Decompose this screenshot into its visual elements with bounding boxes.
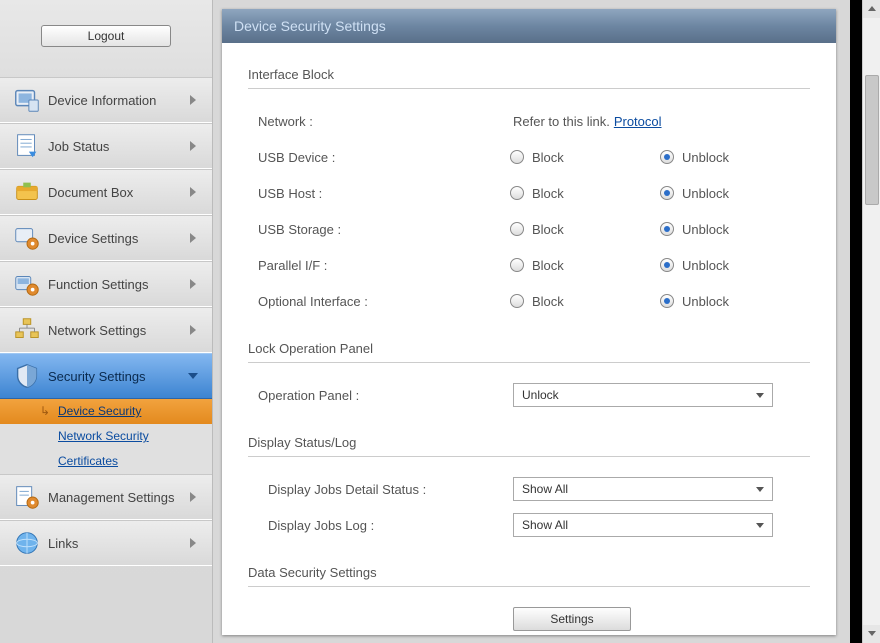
section-data-security: Data Security Settings bbox=[248, 565, 810, 587]
usb-device-unblock[interactable]: Unblock bbox=[660, 150, 810, 165]
chevron-right-icon bbox=[188, 279, 198, 289]
device-info-icon bbox=[12, 85, 42, 115]
sidebar-item-device-settings[interactable]: Device Settings bbox=[0, 215, 212, 261]
shield-icon bbox=[12, 361, 42, 391]
radio-icon bbox=[510, 186, 524, 200]
content-area: Device Security Settings Interface Block… bbox=[213, 0, 850, 643]
panel-title: Device Security Settings bbox=[222, 9, 836, 43]
submenu-network-security[interactable]: Network Security bbox=[0, 424, 212, 449]
section-lock-operation-panel: Lock Operation Panel bbox=[248, 341, 810, 363]
usb-storage-block[interactable]: Block bbox=[510, 222, 660, 237]
chevron-right-icon bbox=[188, 538, 198, 548]
radio-icon bbox=[660, 258, 674, 272]
radio-icon bbox=[660, 222, 674, 236]
sidebar-item-label: Links bbox=[48, 536, 188, 551]
sidebar-item-label: Document Box bbox=[48, 185, 188, 200]
usb-host-label: USB Host : bbox=[248, 186, 510, 201]
function-settings-icon bbox=[12, 269, 42, 299]
chevron-right-icon bbox=[188, 187, 198, 197]
radio-icon bbox=[660, 150, 674, 164]
logout-button[interactable]: Logout bbox=[41, 25, 171, 47]
chevron-right-icon bbox=[188, 492, 198, 502]
sidebar-item-function-settings[interactable]: Function Settings bbox=[0, 261, 212, 307]
sidebar-item-label: Management Settings bbox=[48, 490, 188, 505]
usb-host-unblock[interactable]: Unblock bbox=[660, 186, 810, 201]
device-settings-icon bbox=[12, 223, 42, 253]
operation-panel-label: Operation Panel : bbox=[248, 388, 513, 403]
submenu-device-security[interactable]: Device Security bbox=[0, 399, 212, 424]
usb-device-label: USB Device : bbox=[248, 150, 510, 165]
chevron-right-icon bbox=[188, 233, 198, 243]
sidebar-item-device-information[interactable]: Device Information bbox=[0, 77, 212, 123]
scroll-down-button[interactable] bbox=[863, 625, 880, 643]
network-label: Network : bbox=[248, 114, 513, 129]
display-jobs-detail-label: Display Jobs Detail Status : bbox=[248, 482, 513, 497]
sidebar-item-document-box[interactable]: Document Box bbox=[0, 169, 212, 215]
sidebar-item-management-settings[interactable]: Management Settings bbox=[0, 474, 212, 520]
optional-interface-unblock[interactable]: Unblock bbox=[660, 294, 810, 309]
usb-storage-unblock[interactable]: Unblock bbox=[660, 222, 810, 237]
vertical-scrollbar[interactable] bbox=[862, 0, 880, 643]
operation-panel-select[interactable]: Unlock bbox=[513, 383, 773, 407]
sidebar-item-job-status[interactable]: Job Status bbox=[0, 123, 212, 169]
radio-icon bbox=[510, 222, 524, 236]
document-box-icon bbox=[12, 177, 42, 207]
settings-button[interactable]: Settings bbox=[513, 607, 631, 631]
chevron-down-icon bbox=[188, 371, 198, 381]
display-jobs-detail-select[interactable]: Show All bbox=[513, 477, 773, 501]
sidebar-item-label: Function Settings bbox=[48, 277, 188, 292]
usb-device-block[interactable]: Block bbox=[510, 150, 660, 165]
chevron-right-icon bbox=[188, 95, 198, 105]
radio-icon bbox=[510, 294, 524, 308]
sidebar-item-label: Device Settings bbox=[48, 231, 188, 246]
section-interface-block: Interface Block bbox=[248, 67, 810, 89]
parallel-if-label: Parallel I/F : bbox=[248, 258, 510, 273]
radio-icon bbox=[660, 186, 674, 200]
security-submenu: Device Security Network Security Certifi… bbox=[0, 399, 212, 474]
sidebar-item-links[interactable]: Links bbox=[0, 520, 212, 566]
protocol-link[interactable]: Protocol bbox=[614, 114, 662, 129]
parallel-if-unblock[interactable]: Unblock bbox=[660, 258, 810, 273]
optional-interface-block[interactable]: Block bbox=[510, 294, 660, 309]
sidebar-item-label: Security Settings bbox=[48, 369, 188, 384]
display-jobs-log-select[interactable]: Show All bbox=[513, 513, 773, 537]
network-settings-icon bbox=[12, 315, 42, 345]
sidebar-item-label: Network Settings bbox=[48, 323, 188, 338]
sidebar: Logout Device Information Job Status bbox=[0, 0, 213, 643]
usb-host-block[interactable]: Block bbox=[510, 186, 660, 201]
chevron-right-icon bbox=[188, 141, 198, 151]
usb-storage-label: USB Storage : bbox=[248, 222, 510, 237]
job-status-icon bbox=[12, 131, 42, 161]
submenu-certificates[interactable]: Certificates bbox=[0, 449, 212, 474]
display-jobs-log-label: Display Jobs Log : bbox=[248, 518, 513, 533]
radio-icon bbox=[510, 258, 524, 272]
optional-interface-label: Optional Interface : bbox=[248, 294, 510, 309]
sidebar-item-label: Device Information bbox=[48, 93, 188, 108]
sidebar-item-label: Job Status bbox=[48, 139, 188, 154]
sidebar-item-security-settings[interactable]: Security Settings bbox=[0, 353, 212, 399]
radio-icon bbox=[510, 150, 524, 164]
scroll-thumb[interactable] bbox=[865, 75, 879, 205]
management-settings-icon bbox=[12, 482, 42, 512]
chevron-right-icon bbox=[188, 325, 198, 335]
parallel-if-block[interactable]: Block bbox=[510, 258, 660, 273]
scroll-up-button[interactable] bbox=[863, 0, 880, 18]
network-text: Refer to this link. bbox=[513, 114, 610, 129]
radio-icon bbox=[660, 294, 674, 308]
section-display-status-log: Display Status/Log bbox=[248, 435, 810, 457]
globe-icon bbox=[12, 528, 42, 558]
sidebar-item-network-settings[interactable]: Network Settings bbox=[0, 307, 212, 353]
